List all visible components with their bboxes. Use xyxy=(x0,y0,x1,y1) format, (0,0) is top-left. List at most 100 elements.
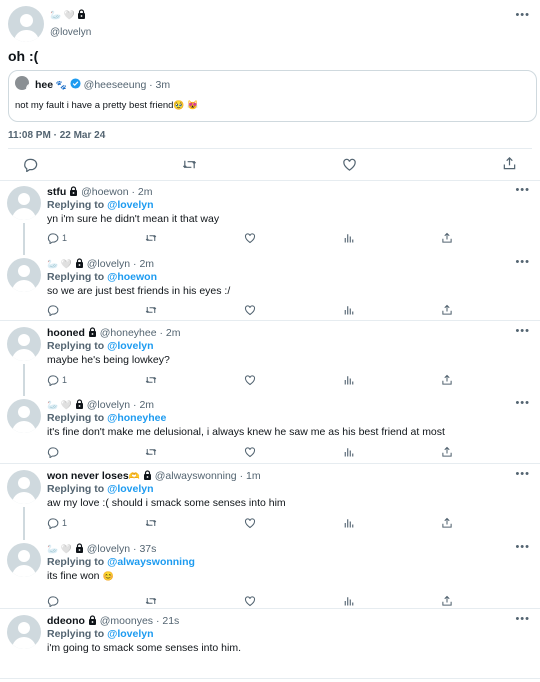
like-icon xyxy=(343,158,356,171)
share-button[interactable] xyxy=(441,446,453,458)
replying-to-mention[interactable]: @lovelyn xyxy=(107,483,153,495)
like-button[interactable] xyxy=(244,374,256,386)
views-button[interactable] xyxy=(343,374,355,386)
reply-icon xyxy=(47,447,59,458)
more-icon[interactable]: ••• xyxy=(515,256,530,268)
reply-button[interactable] xyxy=(47,304,62,316)
retweet-icon xyxy=(145,520,157,526)
lock-icon xyxy=(75,543,83,553)
share-button[interactable] xyxy=(441,517,453,529)
reply-button[interactable] xyxy=(47,446,62,458)
reply-button[interactable]: 1 xyxy=(47,232,67,244)
more-icon[interactable]: ••• xyxy=(515,325,530,337)
replying-to-mention[interactable]: @hoewon xyxy=(107,271,157,283)
like-button[interactable] xyxy=(342,157,357,172)
retweet-icon xyxy=(145,598,157,604)
more-icon[interactable]: ••• xyxy=(515,468,530,480)
retweet-icon xyxy=(145,235,157,241)
lock-icon xyxy=(70,186,78,196)
quoted-tweet[interactable]: hee 🐾 @heeseeung · 3m not my fault i hav… xyxy=(8,70,537,122)
timestamp[interactable]: · 2m xyxy=(133,399,154,411)
avatar[interactable] xyxy=(7,399,41,433)
timestamp[interactable]: · 2m xyxy=(131,186,152,198)
replying-to-label: Replying to xyxy=(47,483,105,495)
views-button[interactable] xyxy=(343,446,355,458)
replying-to-mention[interactable]: @lovelyn xyxy=(107,628,153,640)
timestamp[interactable]: · 21s xyxy=(156,615,179,627)
handle[interactable]: @lovelyn xyxy=(87,258,130,270)
lock-icon xyxy=(75,399,83,409)
retweet-button[interactable] xyxy=(182,157,197,172)
display-name[interactable]: 🦢 🤍 xyxy=(47,259,72,270)
replying-to-mention[interactable]: @honeyhee xyxy=(107,412,166,424)
like-button[interactable] xyxy=(244,304,256,316)
more-icon[interactable]: ••• xyxy=(515,184,530,196)
display-name[interactable]: 🦢 🤍 xyxy=(47,544,72,555)
share-button[interactable] xyxy=(502,156,517,171)
more-icon[interactable]: ••• xyxy=(515,613,530,625)
avatar[interactable] xyxy=(7,327,41,361)
display-name[interactable]: hooned xyxy=(47,327,85,339)
avatar[interactable] xyxy=(7,615,41,649)
handle[interactable]: @moonyes xyxy=(100,615,153,627)
replying-to-mention[interactable]: @lovelyn xyxy=(107,340,153,352)
avatar[interactable] xyxy=(8,6,44,42)
handle[interactable]: @lovelyn xyxy=(87,399,130,411)
display-name[interactable]: stfu xyxy=(47,186,66,198)
replying-to-mention[interactable]: @alwayswonning xyxy=(107,556,195,568)
replying-to-mention[interactable]: @lovelyn xyxy=(107,199,153,211)
like-button[interactable] xyxy=(244,446,256,458)
views-icon xyxy=(344,597,354,606)
retweet-button[interactable] xyxy=(145,304,157,316)
views-button[interactable] xyxy=(343,517,355,529)
reply-button[interactable] xyxy=(47,595,62,607)
timestamp[interactable]: · 2m xyxy=(133,258,154,270)
display-name-emoji: 🫶 xyxy=(128,471,140,481)
reply-button[interactable]: 1 xyxy=(47,374,67,386)
share-button[interactable] xyxy=(441,595,453,607)
avatar[interactable] xyxy=(7,186,41,220)
more-icon[interactable]: ••• xyxy=(515,541,530,553)
tweet-timestamp[interactable]: 11:08 PM · 22 Mar 24 xyxy=(8,130,105,141)
like-icon xyxy=(244,305,256,316)
views-button[interactable] xyxy=(343,595,355,607)
handle[interactable]: @alwayswonning xyxy=(155,470,237,482)
retweet-button[interactable] xyxy=(145,517,157,529)
reply-count: 1 xyxy=(62,375,68,385)
timestamp[interactable]: · 37s xyxy=(133,543,156,555)
views-button[interactable] xyxy=(343,232,355,244)
views-button[interactable] xyxy=(343,304,355,316)
thread-line xyxy=(23,507,25,540)
avatar[interactable] xyxy=(7,258,41,292)
reply-text: yn i'm sure he didn't mean it that way xyxy=(47,213,220,225)
reply-button[interactable] xyxy=(23,157,38,172)
timestamp[interactable]: · 2m xyxy=(159,327,180,339)
like-button[interactable] xyxy=(244,595,256,607)
display-name[interactable]: ddeono xyxy=(47,615,85,627)
more-icon[interactable]: ••• xyxy=(515,397,530,409)
handle[interactable]: @hoewon xyxy=(81,186,128,198)
display-name[interactable]: won never loses xyxy=(47,470,129,482)
share-button[interactable] xyxy=(441,232,453,244)
avatar[interactable] xyxy=(7,543,41,577)
retweet-button[interactable] xyxy=(145,374,157,386)
handle[interactable]: @lovelyn xyxy=(50,27,91,38)
reply-icon xyxy=(47,518,59,529)
timestamp[interactable]: · 1m xyxy=(240,470,261,482)
share-button[interactable] xyxy=(441,374,453,386)
handle[interactable]: @lovelyn xyxy=(87,543,130,555)
handle[interactable]: @honeyhee xyxy=(100,327,157,339)
share-button[interactable] xyxy=(441,304,453,316)
retweet-button[interactable] xyxy=(145,232,157,244)
lock-icon xyxy=(88,327,96,337)
display-name[interactable]: 🦢 🤍 xyxy=(50,9,86,21)
like-button[interactable] xyxy=(244,232,256,244)
retweet-button[interactable] xyxy=(145,595,157,607)
retweet-button[interactable] xyxy=(145,446,157,458)
avatar[interactable] xyxy=(7,470,41,504)
like-button[interactable] xyxy=(244,517,256,529)
reply-button[interactable]: 1 xyxy=(47,517,67,529)
more-icon[interactable]: ••• xyxy=(515,9,530,21)
share-icon xyxy=(442,232,452,243)
display-name[interactable]: 🦢 🤍 xyxy=(47,400,72,411)
